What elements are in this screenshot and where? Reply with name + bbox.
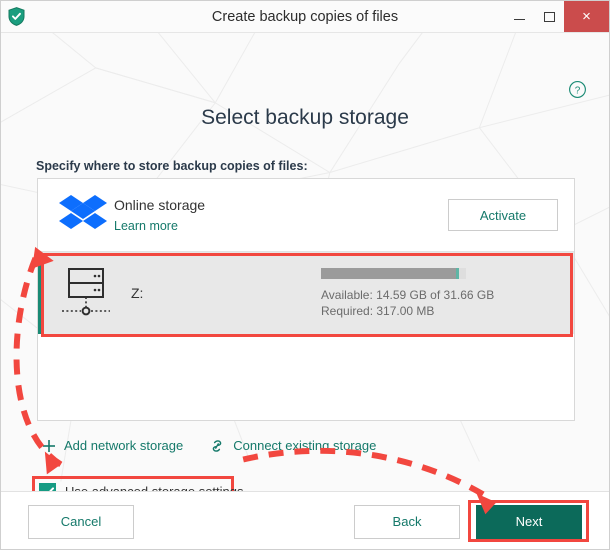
online-storage-text: Online storage Learn more (114, 197, 448, 233)
minimize-button[interactable] (504, 1, 534, 32)
drive-letter: Z: (131, 285, 144, 301)
connect-existing-storage-label: Connect existing storage (233, 438, 377, 453)
back-button[interactable]: Back (354, 504, 460, 539)
capacity-bar (321, 267, 466, 279)
activate-button[interactable]: Activate (448, 199, 558, 231)
storage-title: Online storage (114, 197, 206, 213)
required-text: Required: 317.00 MB (321, 303, 435, 318)
instruction-text: Specify where to store backup copies of … (36, 159, 308, 173)
close-icon: × (582, 8, 591, 25)
checkmark-icon (41, 486, 54, 491)
add-network-storage-label: Add network storage (64, 438, 184, 453)
title-bar: Create backup copies of files × (1, 1, 609, 33)
page-title: Select backup storage (201, 106, 409, 129)
close-button[interactable]: × (564, 1, 609, 32)
maximize-icon (543, 11, 555, 22)
learn-more-link[interactable]: Learn more (114, 219, 448, 233)
checkbox-box[interactable] (39, 483, 56, 491)
capacity-bar-accent (455, 267, 459, 279)
storage-item-drive-z[interactable]: Z: Available: 14.59 GB of 31.66 GB Requi… (38, 252, 574, 334)
window-controls: × (504, 1, 609, 32)
next-button[interactable]: Next (476, 504, 582, 539)
storage-actions: Add network storage Connect existing sto… (42, 438, 376, 453)
dropbox-icon (52, 194, 114, 236)
cancel-button[interactable]: Cancel (28, 504, 134, 539)
add-network-storage-link[interactable]: Add network storage (42, 438, 183, 453)
advanced-settings-label: Use advanced storage settings (65, 484, 244, 491)
dialog-content: ? Select backup storage Specify where to… (1, 33, 609, 491)
plus-icon (43, 439, 55, 452)
drive-capacity-info: Available: 14.59 GB of 31.66 GB Required… (321, 267, 561, 319)
capacity-bar-fill (321, 267, 456, 279)
storage-list: Online storage Learn more Activate Z: Av… (37, 178, 575, 421)
minimize-icon (513, 18, 525, 21)
dialog-window: Create backup copies of files × ? Select… (0, 0, 610, 550)
shield-check-icon (1, 1, 31, 32)
network-drive-icon (55, 265, 117, 321)
storage-item-online[interactable]: Online storage Learn more Activate (38, 179, 574, 252)
maximize-button[interactable] (534, 1, 564, 32)
dialog-footer: Cancel Back Next (1, 491, 609, 549)
link-icon (212, 439, 222, 452)
advanced-settings-checkbox[interactable]: Use advanced storage settings (39, 483, 244, 491)
available-text: Available: 14.59 GB of 31.66 GB (321, 287, 495, 302)
connect-existing-storage-link[interactable]: Connect existing storage (209, 438, 376, 453)
help-icon[interactable]: ? (568, 80, 587, 99)
help-glyph: ? (575, 85, 581, 96)
